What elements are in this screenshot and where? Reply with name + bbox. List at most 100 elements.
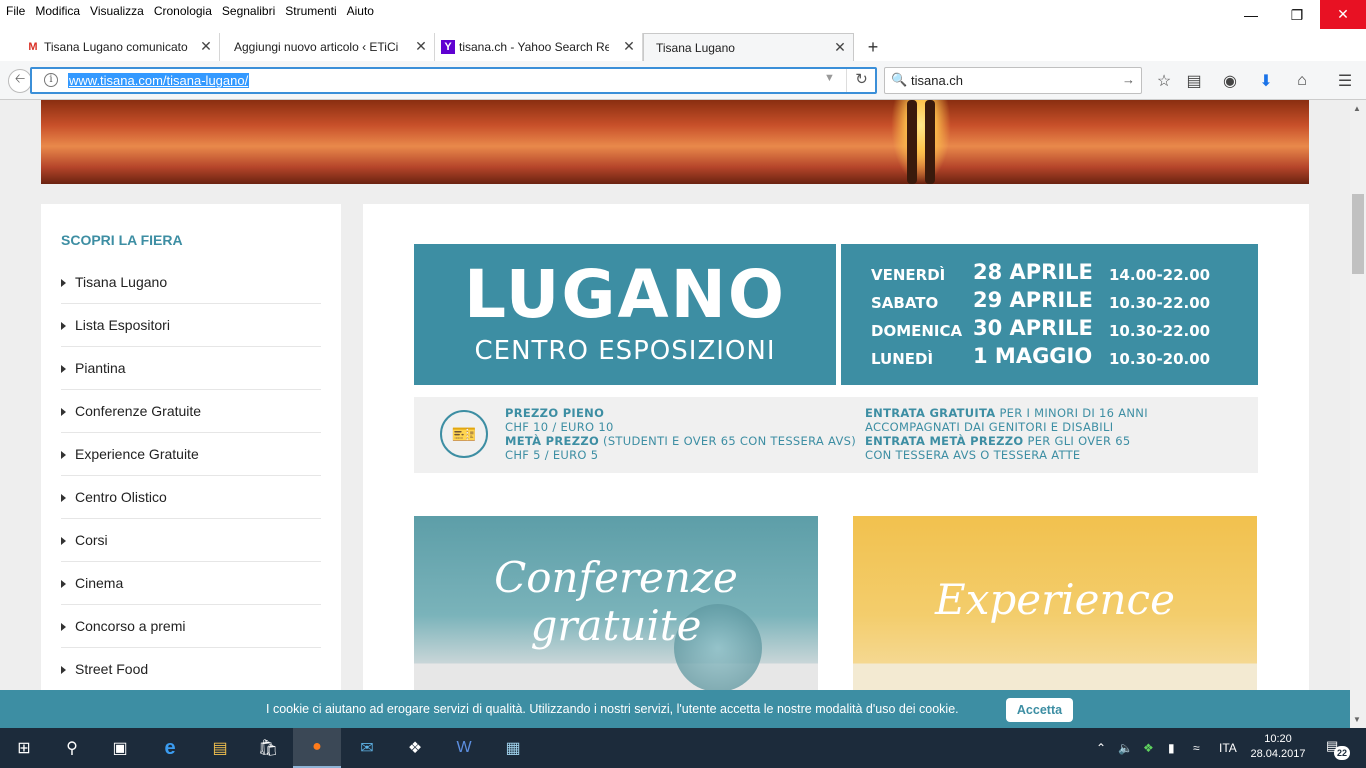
yahoo-icon: Y xyxy=(441,40,455,54)
restore-button[interactable]: ❐ xyxy=(1274,0,1320,30)
volume-icon[interactable]: 🔈 xyxy=(1118,728,1133,768)
dropbox-sync-icon[interactable]: ❖ xyxy=(1143,728,1154,768)
sidebar-item-conferenze-gratuite[interactable]: Conferenze Gratuite xyxy=(61,390,321,433)
experience-card[interactable]: Experience xyxy=(853,516,1257,696)
tab-label: Aggiungi nuovo articolo ‹ ETiCin xyxy=(234,40,398,54)
search-bar[interactable]: 🔍 tisana.ch → xyxy=(884,67,1142,94)
tab-yahoo[interactable]: Y tisana.ch - Yahoo Search Res ✕ xyxy=(435,33,643,61)
minimize-button[interactable]: — xyxy=(1228,0,1274,30)
wifi-icon[interactable]: ≈ xyxy=(1193,728,1200,768)
notification-count-badge: 22 xyxy=(1334,746,1350,760)
main-content: LUGANO CENTRO ESPOSIZIONI VENERDÌ 28 APR… xyxy=(363,204,1309,728)
schedule-date: 28 APRILE xyxy=(973,260,1093,284)
search-input[interactable]: tisana.ch xyxy=(911,73,963,88)
venue-banner: LUGANO CENTRO ESPOSIZIONI xyxy=(414,244,836,385)
menu-file[interactable]: File xyxy=(0,4,30,18)
scrollbar-thumb[interactable] xyxy=(1352,194,1364,274)
battery-icon[interactable]: ▮ xyxy=(1168,728,1175,768)
menu-visualizza[interactable]: Visualizza xyxy=(85,4,149,18)
gmail-icon: M xyxy=(28,41,38,53)
close-window-button[interactable]: ✕ xyxy=(1320,0,1366,29)
info-icon[interactable]: i xyxy=(44,73,58,87)
menu-modifica[interactable]: Modifica xyxy=(30,4,85,18)
tab-close-icon[interactable]: ✕ xyxy=(833,40,847,54)
tab-wordpress[interactable]: Aggiungi nuovo articolo ‹ ETiCin ✕ xyxy=(220,33,435,61)
pocket-icon[interactable]: ◉ xyxy=(1218,69,1242,93)
taskbar: ⊞ ⚲ ▣ e ▤ 🛍 ● ✉ ❖ W ▦ ⌃ 🔈 ❖ ▮ ≈ ITA 10:2… xyxy=(0,728,1366,768)
outlook-icon[interactable]: ✉ xyxy=(343,728,391,768)
tab-close-icon[interactable]: ✕ xyxy=(414,39,428,53)
menu-segnalibri[interactable]: Segnalibri xyxy=(217,4,280,18)
sidebar: SCOPRI LA FIERA Tisana Lugano Lista Espo… xyxy=(41,204,341,728)
url-bar[interactable]: i www.tisana.com/tisana-lugano/ ▼ ↻ xyxy=(30,67,877,94)
search-go-icon[interactable]: → xyxy=(1122,72,1135,87)
scroll-down-arrow-icon[interactable]: ▼ xyxy=(1353,715,1361,724)
scroll-up-arrow-icon[interactable]: ▲ xyxy=(1353,104,1361,113)
reading-list-icon[interactable]: ▤ xyxy=(1182,69,1206,93)
schedule-date: 29 APRILE xyxy=(973,288,1093,312)
sidebar-item-tisana-lugano[interactable]: Tisana Lugano xyxy=(61,261,321,304)
sidebar-item-concorso-a-premi[interactable]: Concorso a premi xyxy=(61,605,321,648)
conferenze-card-title: Conferenze gratuite xyxy=(414,554,818,650)
half-price-value: CHF 5 / EURO 5 xyxy=(505,448,599,462)
word-icon[interactable]: W xyxy=(440,728,488,768)
free-entry-note: PER I MINORI DI 16 ANNI xyxy=(999,406,1148,420)
history-dropdown-icon[interactable]: ▼ xyxy=(824,72,835,84)
full-price-value: CHF 10 / EURO 10 xyxy=(505,420,614,434)
sidebar-item-cinema[interactable]: Cinema xyxy=(61,562,321,605)
tab-tisana-lugano[interactable]: Tisana Lugano ✕ xyxy=(643,33,854,61)
firefox-icon[interactable]: ● xyxy=(293,728,341,768)
schedule-time: 10.30-20.00 xyxy=(1109,350,1211,368)
full-price-label: PREZZO PIENO xyxy=(505,406,605,420)
menu-strumenti[interactable]: Strumenti xyxy=(280,4,341,18)
tab-label: tisana.ch - Yahoo Search Res xyxy=(459,40,609,54)
language-indicator[interactable]: ITA xyxy=(1219,728,1237,768)
edge-icon[interactable]: e xyxy=(146,728,194,768)
tab-close-icon[interactable]: ✕ xyxy=(199,39,213,53)
tab-gmail[interactable]: M Tisana Lugano comunicato ✕ xyxy=(20,33,220,61)
schedule-row: LUNEDÌ 1 MAGGIO 10.30-20.00 xyxy=(871,344,1241,370)
schedule-row: DOMENICA 30 APRILE 10.30-22.00 xyxy=(871,316,1241,342)
back-button[interactable]: 🡠 xyxy=(8,69,32,93)
hamburger-menu-icon[interactable]: ☰ xyxy=(1333,69,1357,93)
bookmark-star-icon[interactable]: ☆ xyxy=(1152,69,1176,93)
schedule-banner: VENERDÌ 28 APRILE 14.00-22.00 SABATO 29 … xyxy=(841,244,1258,385)
action-center-icon[interactable]: ▤ 22 xyxy=(1326,738,1350,760)
conferenze-title-line2: gratuite xyxy=(530,601,702,650)
windows-start-icon[interactable]: ⊞ xyxy=(0,728,48,768)
sidebar-item-corsi[interactable]: Corsi xyxy=(61,519,321,562)
page-viewport: SCOPRI LA FIERA Tisana Lugano Lista Espo… xyxy=(0,100,1350,728)
notepad-icon[interactable]: ▦ xyxy=(489,728,537,768)
search-icon: 🔍 xyxy=(891,72,908,87)
tab-close-icon[interactable]: ✕ xyxy=(622,39,636,53)
sidebar-menu: Tisana Lugano Lista Espositori Piantina … xyxy=(61,261,321,691)
clock-date: 28.04.2017 xyxy=(1250,748,1306,760)
sidebar-item-centro-olistico[interactable]: Centro Olistico xyxy=(61,476,321,519)
sidebar-item-street-food[interactable]: Street Food xyxy=(61,648,321,691)
new-tab-button[interactable]: + xyxy=(864,38,882,56)
sidebar-item-experience-gratuite[interactable]: Experience Gratuite xyxy=(61,433,321,476)
file-explorer-icon[interactable]: ▤ xyxy=(196,728,244,768)
clock[interactable]: 10:20 28.04.2017 xyxy=(1248,732,1308,762)
dropbox-icon[interactable]: ❖ xyxy=(391,728,439,768)
sidebar-item-lista-espositori[interactable]: Lista Espositori xyxy=(61,304,321,347)
show-hidden-icons[interactable]: ⌃ xyxy=(1096,728,1106,768)
page-scrollbar[interactable]: ▲ ▼ xyxy=(1350,100,1366,728)
url-input[interactable]: www.tisana.com/tisana-lugano/ xyxy=(68,73,250,88)
task-view-icon[interactable]: ▣ xyxy=(96,728,144,768)
search-icon[interactable]: ⚲ xyxy=(48,728,96,768)
conferenze-title-line1: Conferenze xyxy=(494,553,738,602)
menu-cronologia[interactable]: Cronologia xyxy=(149,4,217,18)
price-column-right: ENTRATA GRATUITA PER I MINORI DI 16 ANNI… xyxy=(865,406,1148,462)
store-icon[interactable]: 🛍 xyxy=(244,728,292,768)
reload-icon[interactable]: ↻ xyxy=(846,69,876,92)
cookie-accept-button[interactable]: Accetta xyxy=(1006,698,1073,722)
schedule-day: LUNEDÌ xyxy=(871,350,934,368)
url-selected-text: www.tisana.com/tisana-lugano/ xyxy=(68,73,250,88)
home-icon[interactable]: ⌂ xyxy=(1290,69,1314,93)
menu-aiuto[interactable]: Aiuto xyxy=(342,4,379,18)
download-icon[interactable]: ⬇ xyxy=(1254,69,1278,93)
tab-label: Tisana Lugano comunicato xyxy=(44,40,188,54)
sidebar-item-piantina[interactable]: Piantina xyxy=(61,347,321,390)
conferenze-card[interactable]: Conferenze gratuite xyxy=(414,516,818,696)
